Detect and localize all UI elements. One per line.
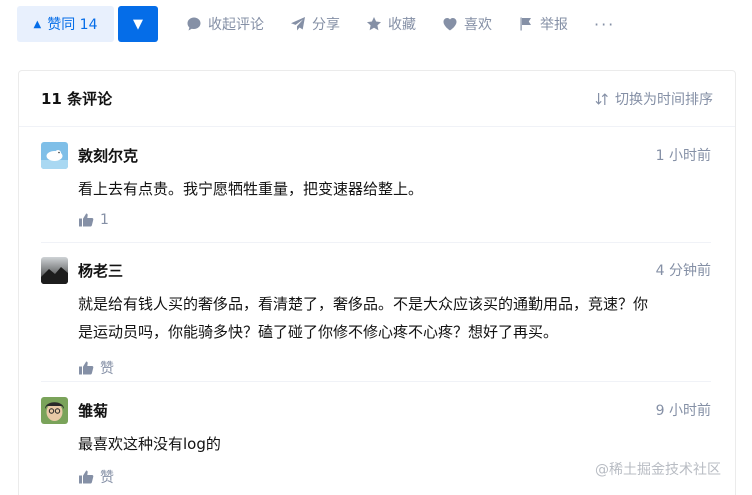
- comment-author[interactable]: 雏菊: [78, 400, 108, 421]
- vote-down-button[interactable]: ▼: [118, 6, 158, 42]
- comment-item: 雏菊 9 小时前 最喜欢这种没有log的 赞: [41, 396, 711, 495]
- comments-header: 11 条评论 切换为时间排序: [19, 71, 735, 127]
- comment-like-button[interactable]: 1: [78, 212, 711, 228]
- like-button[interactable]: 喜欢: [442, 14, 492, 34]
- like-label: 喜欢: [464, 17, 492, 33]
- comment-text: 看上去有点贵。我宁愿牺牲重量，把变速器给整上。: [78, 180, 424, 198]
- triangle-down-icon: ▼: [133, 16, 143, 32]
- comment-time: 1 小时前: [655, 148, 711, 164]
- collapse-comments-button[interactable]: 收起评论: [186, 14, 264, 34]
- sort-toggle-button[interactable]: 切换为时间排序: [595, 89, 713, 109]
- comment-count: 11 条评论: [41, 90, 113, 108]
- comment-like-label: 赞: [100, 361, 114, 377]
- collect-button[interactable]: 收藏: [366, 14, 416, 34]
- sort-icon: [595, 92, 608, 105]
- sort-label: 切换为时间排序: [615, 91, 713, 108]
- star-icon: [367, 17, 381, 31]
- share-label: 分享: [312, 17, 340, 33]
- collapse-comments-label: 收起评论: [208, 17, 264, 33]
- comment-text: 最喜欢这种没有log的: [78, 435, 221, 453]
- comment-like-button[interactable]: 赞: [78, 358, 711, 378]
- comment-text: 就是给有钱人买的奢侈品，看清楚了，奢侈品。不是大众应该买的通勤用品，竞速？你 是…: [78, 290, 711, 346]
- thumbs-up-icon: [79, 361, 94, 375]
- comment-bubble-icon: [187, 17, 201, 31]
- comment-author[interactable]: 敦刻尔克: [78, 145, 138, 166]
- answer-action-bar: ▲ 赞同 14 ▼ 收起评论 分享 收藏 喜欢 举报 ···: [17, 6, 615, 42]
- comment-text-line: 是运动员吗，你能骑多快？磕了碰了你修不修心疼不心疼？想好了再买。: [78, 323, 559, 341]
- thumbs-up-icon: [79, 470, 94, 484]
- report-label: 举报: [540, 17, 568, 33]
- report-button[interactable]: 举报: [518, 14, 568, 34]
- comments-panel: 11 条评论 切换为时间排序 敦刻尔克 1 小时前 看上去有点贵。我宁愿牺牲重量…: [18, 70, 736, 495]
- paper-plane-icon: [291, 17, 305, 31]
- avatar[interactable]: [41, 141, 68, 169]
- comment-like-count: 1: [100, 212, 109, 228]
- comment-time: 9 小时前: [655, 403, 711, 419]
- vote-up-button[interactable]: ▲ 赞同 14: [17, 6, 114, 42]
- comment-time: 4 分钟前: [655, 263, 711, 279]
- triangle-up-icon: ▲: [33, 18, 42, 30]
- thumbs-up-icon: [79, 213, 94, 227]
- vote-up-label: 赞同 14: [47, 17, 98, 33]
- avatar[interactable]: [41, 396, 68, 424]
- avatar[interactable]: [41, 256, 68, 284]
- comment-author[interactable]: 杨老三: [78, 260, 123, 281]
- watermark: @稀土掘金技术社区: [595, 462, 721, 478]
- collect-label: 收藏: [388, 17, 416, 33]
- share-button[interactable]: 分享: [290, 14, 340, 34]
- heart-icon: [443, 18, 457, 31]
- comment-item: 敦刻尔克 1 小时前 看上去有点贵。我宁愿牺牲重量，把变速器给整上。 1: [41, 141, 711, 243]
- flag-icon: [520, 17, 531, 31]
- comment-like-label: 赞: [100, 470, 114, 486]
- comment-item: 杨老三 4 分钟前 就是给有钱人买的奢侈品，看清楚了，奢侈品。不是大众应该买的通…: [41, 256, 711, 382]
- comment-text-line: 就是给有钱人买的奢侈品，看清楚了，奢侈品。不是大众应该买的通勤用品，竞速？你: [78, 295, 649, 313]
- more-options-button[interactable]: ···: [594, 15, 615, 34]
